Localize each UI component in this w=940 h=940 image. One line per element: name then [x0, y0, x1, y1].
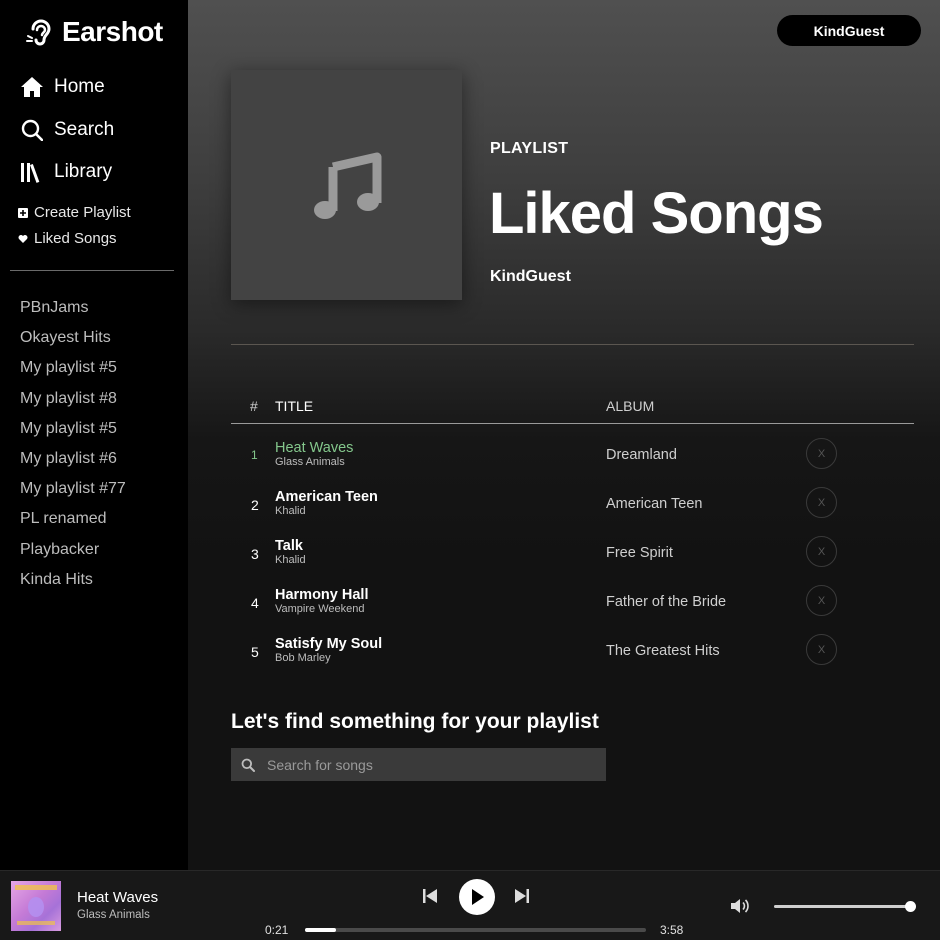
music-note-icon [313, 152, 381, 219]
playlist-type-label: PLAYLIST [490, 140, 569, 157]
track-album[interactable]: Dreamland [606, 447, 677, 463]
track-title[interactable]: Satisfy My Soul [275, 636, 382, 652]
search-icon [20, 118, 44, 142]
app-name: Earshot [62, 16, 163, 47]
track-title[interactable]: Harmony Hall [275, 587, 368, 603]
liked-songs-link[interactable]: Liked Songs [17, 230, 117, 247]
column-album: ALBUM [606, 398, 655, 414]
track-artist[interactable]: Khalid [275, 505, 306, 517]
playlist-owner[interactable]: KindGuest [490, 268, 571, 286]
nav-home[interactable]: Home [20, 75, 105, 99]
sidebar-divider [10, 270, 174, 271]
track-album[interactable]: The Greatest Hits [606, 643, 720, 659]
track-title[interactable]: Heat Waves [275, 440, 353, 456]
playlist-item[interactable]: Okayest Hits [20, 326, 126, 356]
create-playlist-button[interactable]: Create Playlist [17, 204, 131, 221]
track-title[interactable]: Talk [275, 538, 303, 554]
header-divider [231, 344, 914, 345]
total-time: 3:58 [660, 923, 684, 937]
track-artist[interactable]: Khalid [275, 554, 306, 566]
track-album[interactable]: American Teen [606, 496, 702, 512]
track-number: 4 [251, 595, 259, 611]
player-bar: Heat Waves Glass Animals 0:21 3:58 [0, 870, 940, 940]
playlist-item[interactable]: My playlist #5 [20, 417, 126, 447]
track-row[interactable]: 4 Harmony Hall Vampire Weekend Father of… [231, 583, 914, 632]
playlist-title: Liked Songs [489, 181, 824, 246]
library-icon [20, 160, 44, 184]
nav-search[interactable]: Search [20, 118, 114, 142]
liked-songs-label: Liked Songs [34, 230, 117, 247]
find-songs-heading: Let's find something for your playlist [231, 710, 599, 733]
create-playlist-label: Create Playlist [34, 204, 131, 221]
current-time: 0:21 [265, 923, 289, 937]
nav-library-label: Library [54, 161, 113, 182]
playlist-list: PBnJams Okayest Hits My playlist #5 My p… [20, 296, 126, 598]
track-row[interactable]: 3 Talk Khalid Free Spirit X [231, 534, 914, 583]
play-icon [472, 889, 484, 905]
column-title: TITLE [275, 398, 314, 414]
volume-fill [774, 905, 911, 908]
track-row[interactable]: 2 American Teen Khalid American Teen X [231, 485, 914, 534]
previous-track-button[interactable] [420, 886, 440, 906]
main-content: KindGuest PLAYLIST Liked Songs KindGuest… [188, 0, 940, 870]
now-playing-artist[interactable]: Glass Animals [77, 909, 150, 921]
remove-track-button[interactable]: X [806, 585, 837, 616]
remove-track-button[interactable]: X [806, 536, 837, 567]
now-playing-album-art[interactable] [11, 881, 61, 931]
track-number: 3 [251, 546, 259, 562]
song-search-box[interactable] [231, 748, 606, 781]
volume-slider[interactable] [774, 905, 911, 908]
track-number: 5 [251, 644, 259, 660]
remove-track-button[interactable]: X [806, 634, 837, 665]
progress-fill [305, 928, 336, 932]
track-table-header: # TITLE ALBUM [231, 396, 914, 424]
nav-home-label: Home [54, 76, 105, 97]
playlist-item[interactable]: PL renamed [20, 507, 126, 537]
playlist-item[interactable]: My playlist #6 [20, 447, 126, 477]
column-number: # [250, 398, 258, 414]
track-artist[interactable]: Bob Marley [275, 652, 331, 664]
nav-search-label: Search [54, 119, 115, 140]
playlist-item[interactable]: PBnJams [20, 296, 126, 326]
track-number: 2 [251, 497, 259, 513]
playlist-item[interactable]: My playlist #77 [20, 477, 126, 507]
remove-track-button[interactable]: X [806, 487, 837, 518]
playlist-item[interactable]: My playlist #8 [20, 387, 126, 417]
song-search-input[interactable] [267, 756, 597, 773]
nav-library[interactable]: Library [20, 160, 112, 184]
track-title[interactable]: American Teen [275, 489, 378, 505]
now-playing-title[interactable]: Heat Waves [77, 889, 158, 906]
volume-knob[interactable] [905, 901, 916, 912]
ear-logo-icon [26, 19, 51, 46]
play-button[interactable] [459, 879, 495, 915]
plus-square-icon [17, 207, 28, 218]
playlist-cover [231, 70, 462, 300]
heart-icon [17, 233, 28, 244]
skip-back-icon [423, 889, 437, 903]
album-art-image [15, 885, 57, 925]
track-row[interactable]: 5 Satisfy My Soul Bob Marley The Greates… [231, 632, 914, 681]
track-artist[interactable]: Glass Animals [275, 456, 345, 468]
track-number: 1 [251, 448, 258, 462]
track-row[interactable]: 1 Heat Waves Glass Animals Dreamland X [231, 436, 914, 485]
home-icon [20, 75, 44, 99]
track-artist[interactable]: Vampire Weekend [275, 603, 364, 615]
next-track-button[interactable] [512, 886, 532, 906]
track-album[interactable]: Father of the Bride [606, 594, 726, 610]
volume-icon [731, 899, 749, 913]
playlist-item[interactable]: Kinda Hits [20, 568, 126, 598]
remove-track-button[interactable]: X [806, 438, 837, 469]
sidebar: Earshot Home Search Library Create Playl… [0, 0, 188, 870]
track-album[interactable]: Free Spirit [606, 545, 673, 561]
volume-button[interactable] [730, 898, 750, 914]
search-icon [233, 758, 263, 772]
playlist-item[interactable]: Playbacker [20, 538, 126, 568]
progress-bar[interactable] [305, 928, 646, 932]
playlist-item[interactable]: My playlist #5 [20, 356, 126, 386]
app-logo[interactable]: Earshot [24, 16, 163, 48]
user-menu-button[interactable]: KindGuest [777, 15, 921, 46]
skip-forward-icon [515, 889, 529, 903]
